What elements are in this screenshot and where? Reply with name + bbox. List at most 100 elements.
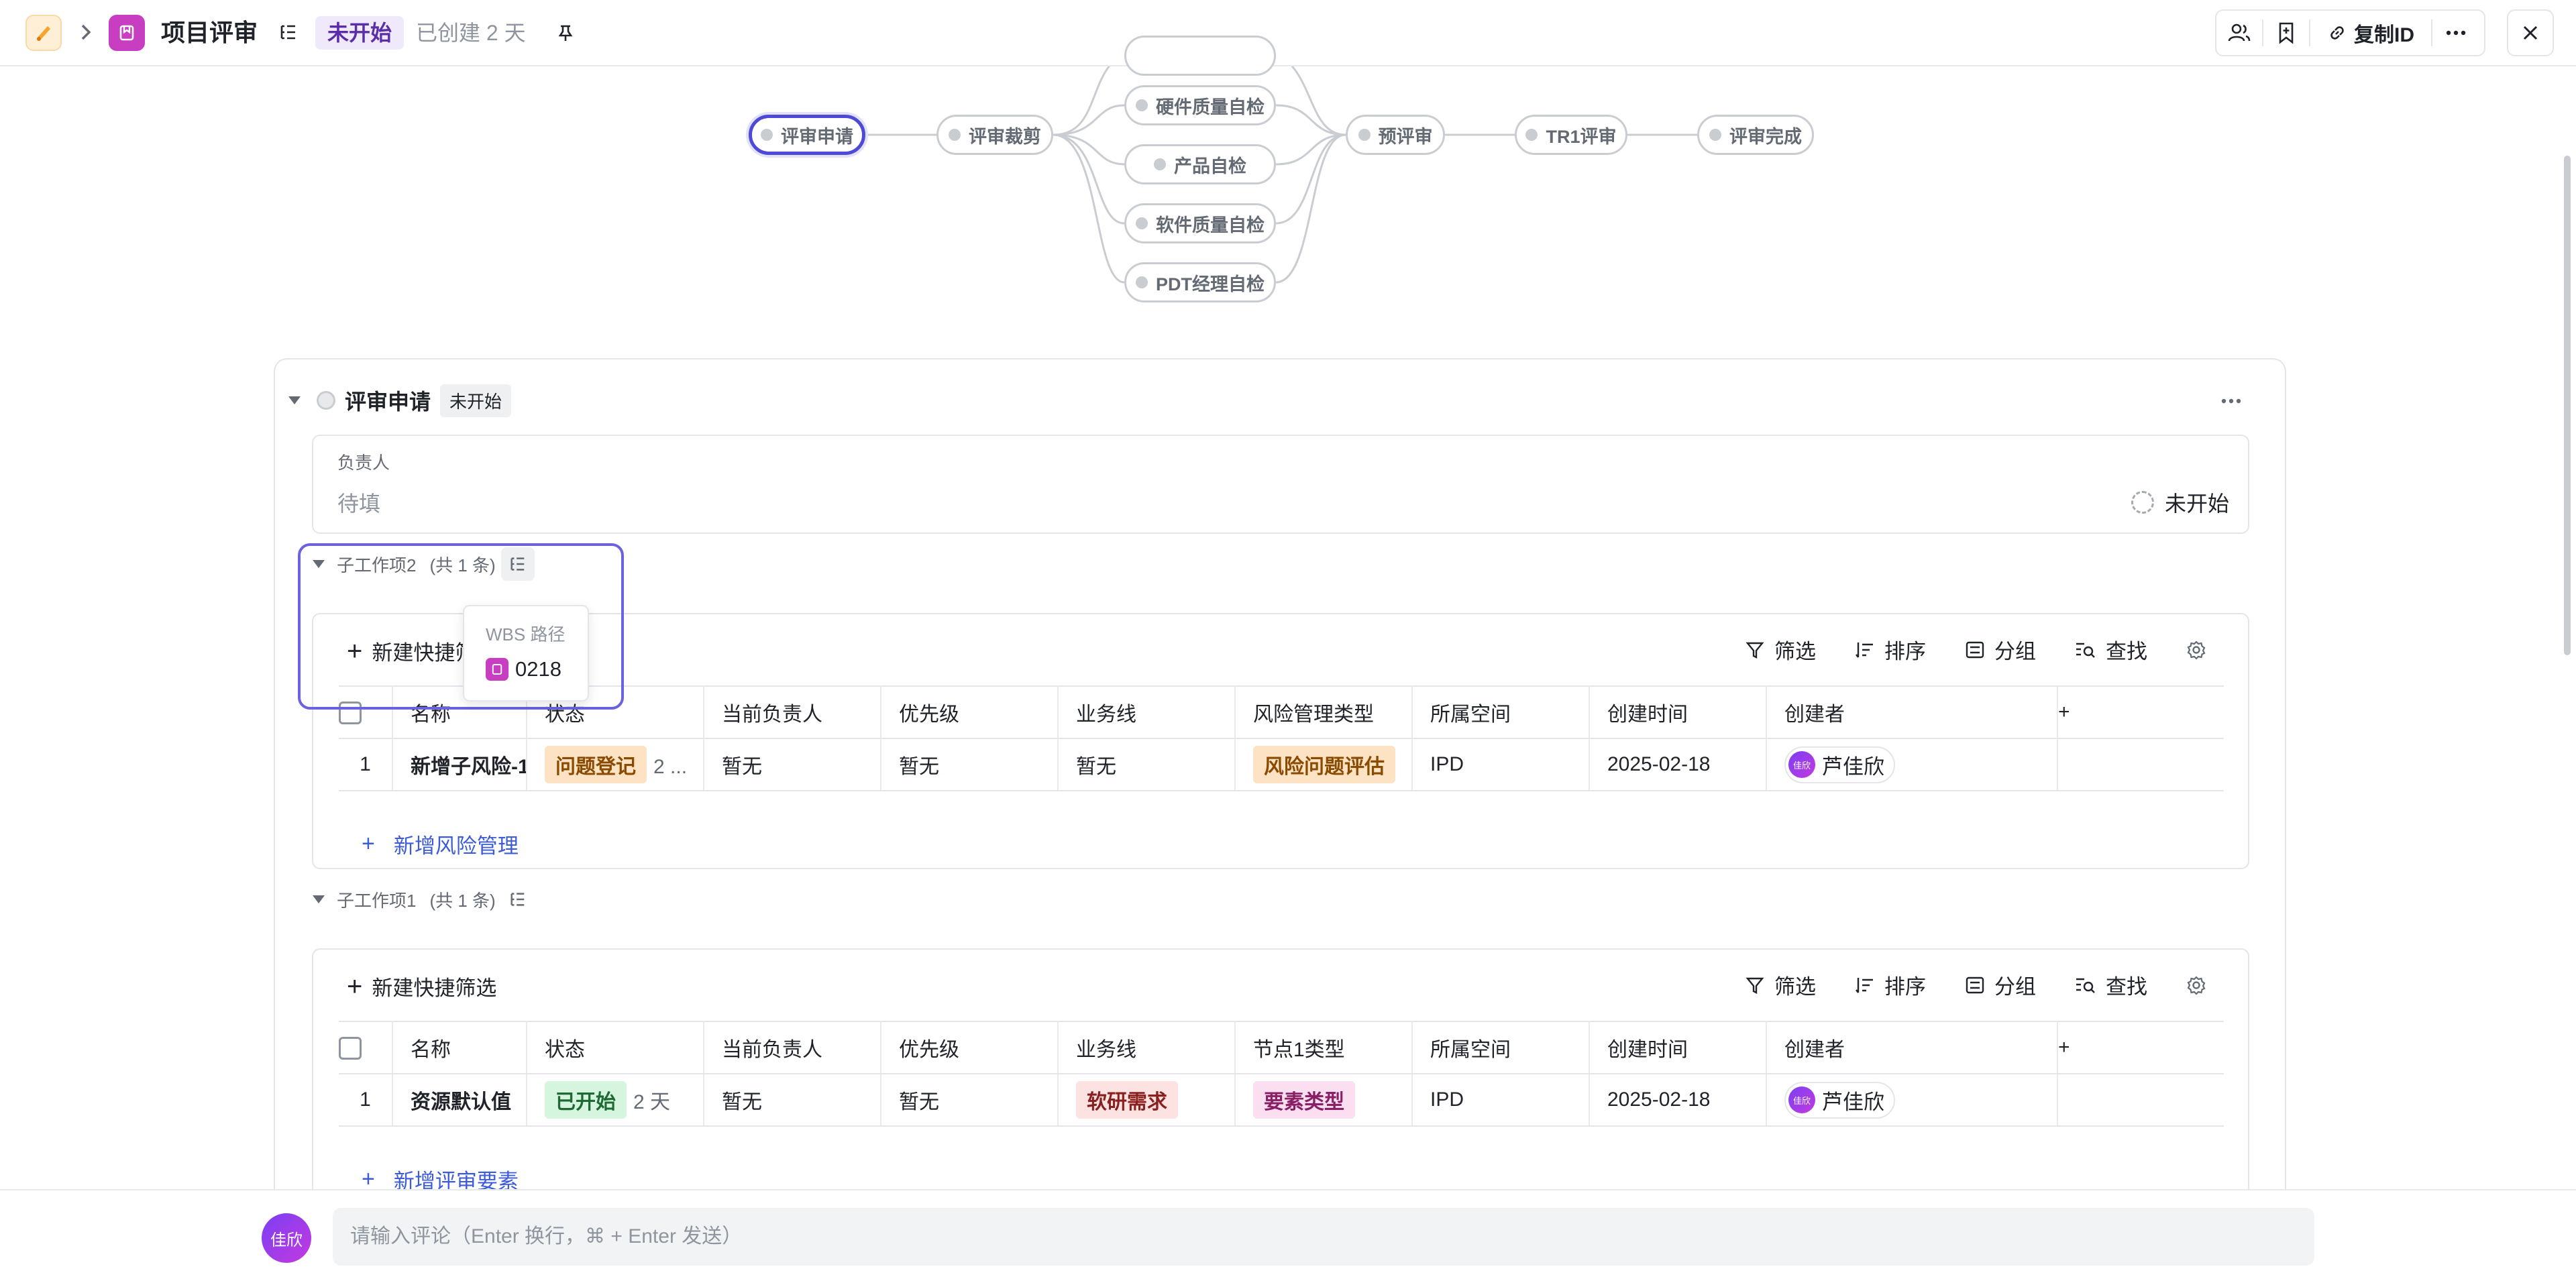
flow-node-review-done[interactable]: 评审完成: [1697, 115, 1814, 155]
assignee-value[interactable]: 待填: [337, 487, 380, 518]
row-created-time: 2025-02-18: [1589, 738, 1767, 791]
sub-work-item-1-header[interactable]: 子工作项1 (共 1 条): [313, 883, 535, 916]
col-space[interactable]: 所属空间: [1412, 1021, 1590, 1074]
col-owner[interactable]: 当前负责人: [704, 1021, 881, 1074]
select-all-checkbox[interactable]: [339, 1021, 393, 1074]
flow-node-review-apply[interactable]: 评审申请: [749, 115, 865, 155]
row-priority[interactable]: 暂无: [881, 1074, 1059, 1127]
select-all-checkbox[interactable]: [339, 685, 393, 739]
flow-node-tr1-review[interactable]: TR1评审: [1515, 115, 1627, 155]
filter-button[interactable]: 筛选: [1745, 634, 1816, 665]
row-creator[interactable]: 佳欣 芦佳欣: [1766, 1074, 2058, 1127]
filter-button[interactable]: 筛选: [1745, 970, 1816, 1000]
group-button[interactable]: 分组: [1965, 634, 2036, 665]
section-header[interactable]: 评审申请 未开始: [288, 384, 512, 417]
caret-down-icon[interactable]: [288, 396, 301, 404]
row-creator[interactable]: 佳欣 芦佳欣: [1766, 738, 2058, 791]
tooltip-title: WBS 路径: [486, 624, 566, 645]
wbs-path-icon[interactable]: [500, 547, 535, 581]
row-business-line[interactable]: 暂无: [1058, 738, 1236, 791]
col-created-time[interactable]: 创建时间: [1589, 685, 1767, 739]
pin-icon[interactable]: [550, 17, 581, 48]
row-owner[interactable]: 暂无: [704, 1074, 881, 1127]
assignee-status[interactable]: 未开始: [2131, 487, 2229, 518]
col-business-line[interactable]: 业务线: [1058, 1021, 1236, 1074]
risk-type-tag: 风险问题评估: [1253, 746, 1395, 783]
col-creator[interactable]: 创建者: [1766, 685, 2058, 739]
table-settings-icon[interactable]: [2186, 640, 2216, 660]
node-dot-icon: [1136, 217, 1148, 229]
more-icon[interactable]: [2432, 11, 2479, 55]
assignee-field[interactable]: 负责人 待填 未开始: [312, 435, 2249, 534]
section-more-icon[interactable]: [2218, 388, 2245, 414]
flow-node-product-check[interactable]: 产品自检: [1124, 144, 1276, 184]
group-button[interactable]: 分组: [1965, 970, 2036, 1000]
row-priority[interactable]: 暂无: [881, 738, 1059, 791]
table-settings-icon[interactable]: [2186, 975, 2216, 995]
row-name[interactable]: 资源默认值: [392, 1074, 527, 1127]
add-risk-management-link[interactable]: + 新增风险管理: [362, 829, 519, 859]
new-quick-filter-button[interactable]: + 新建快捷筛选: [347, 971, 496, 1001]
group-icon: [1966, 976, 1984, 993]
flow-node-review-trim[interactable]: 评审裁剪: [936, 115, 1053, 155]
wbs-path-icon[interactable]: [501, 883, 535, 916]
table-row[interactable]: 1 新增子风险-1 问题登记 2 ... 暂无 暂无 暂无 风险问题评估 IPD …: [339, 738, 2224, 791]
col-creator[interactable]: 创建者: [1766, 1021, 2058, 1074]
col-status[interactable]: 状态: [527, 1021, 704, 1074]
sort-button[interactable]: 排序: [1855, 634, 1926, 665]
node-dot-icon: [1358, 129, 1371, 141]
page-scrollbar[interactable]: [2564, 156, 2571, 655]
flow-node-pre-review[interactable]: 预评审: [1346, 115, 1445, 155]
col-priority[interactable]: 优先级: [881, 685, 1059, 739]
bookmark-add-icon[interactable]: [2263, 11, 2309, 55]
node-type-tag: 要素类型: [1253, 1081, 1355, 1119]
col-space[interactable]: 所属空间: [1412, 685, 1590, 739]
col-node-type[interactable]: 节点1类型: [1235, 1021, 1413, 1074]
copy-id-button[interactable]: 复制ID: [2310, 11, 2431, 55]
col-priority[interactable]: 优先级: [881, 1021, 1059, 1074]
flow-node-label: 预评审: [1378, 126, 1433, 147]
row-owner[interactable]: 暂无: [704, 738, 881, 791]
tooltip-wbs-value[interactable]: 0218: [486, 657, 561, 681]
caret-down-icon[interactable]: [313, 560, 325, 568]
avatar: 佳欣: [262, 1213, 311, 1263]
sort-button[interactable]: 排序: [1855, 970, 1926, 1000]
close-icon[interactable]: [2507, 9, 2554, 56]
chevron-right-icon[interactable]: [74, 19, 98, 46]
add-column-icon[interactable]: +: [2057, 1021, 2224, 1074]
add-column-icon[interactable]: +: [2057, 685, 2224, 739]
workflow-connectors: [865, 66, 1697, 284]
col-owner[interactable]: 当前负责人: [704, 685, 881, 739]
sub-work-item-2-header[interactable]: 子工作项2 (共 1 条): [313, 547, 535, 581]
row-business-line[interactable]: 软研需求: [1058, 1074, 1236, 1127]
wbs-tree-icon[interactable]: [275, 19, 302, 46]
avatar: 佳欣: [1788, 751, 1815, 778]
find-button[interactable]: 查找: [2075, 634, 2147, 665]
col-risk-type[interactable]: 风险管理类型: [1235, 685, 1413, 739]
flow-node-hw-quality[interactable]: 硬件质量自检: [1124, 85, 1276, 125]
comment-bar: 佳欣: [0, 1189, 2576, 1285]
caret-down-icon[interactable]: [313, 895, 325, 903]
col-name[interactable]: 名称: [392, 1021, 527, 1074]
col-business-line[interactable]: 业务线: [1058, 685, 1236, 739]
flow-node-pdt-check[interactable]: PDT经理自检: [1124, 262, 1276, 302]
row-risk-type[interactable]: 风险问题评估: [1235, 738, 1413, 791]
members-icon[interactable]: [2216, 11, 2262, 55]
row-status[interactable]: 已开始 2 天: [527, 1074, 704, 1127]
find-button[interactable]: 查找: [2075, 970, 2147, 1000]
table-row[interactable]: 1 资源默认值 已开始 2 天 暂无 暂无 软研需求 要素类型 IPD 2025-…: [339, 1074, 2224, 1127]
row-name[interactable]: 新增子风险-1: [392, 738, 527, 791]
filter-icon: [1746, 642, 1764, 659]
sub-work-item-2-table: 名称 状态 当前负责人 优先级 业务线 风险管理类型 所属空间 创建时间 创建者…: [339, 685, 2224, 791]
row-status[interactable]: 问题登记 2 ...: [527, 738, 704, 791]
comment-input[interactable]: [333, 1208, 2314, 1266]
row-node-type[interactable]: 要素类型: [1235, 1074, 1413, 1127]
created-duration: 已创建 2 天: [416, 21, 526, 45]
col-created-time[interactable]: 创建时间: [1589, 1021, 1767, 1074]
status-badge[interactable]: 未开始: [315, 16, 405, 50]
app-logo-icon[interactable]: [25, 15, 62, 51]
flow-node-sw-quality[interactable]: 软件质量自检: [1124, 203, 1276, 243]
sort-label: 排序: [1884, 640, 1926, 663]
plus-icon: +: [347, 636, 363, 666]
flow-node-hidden-top[interactable]: [1124, 36, 1276, 76]
